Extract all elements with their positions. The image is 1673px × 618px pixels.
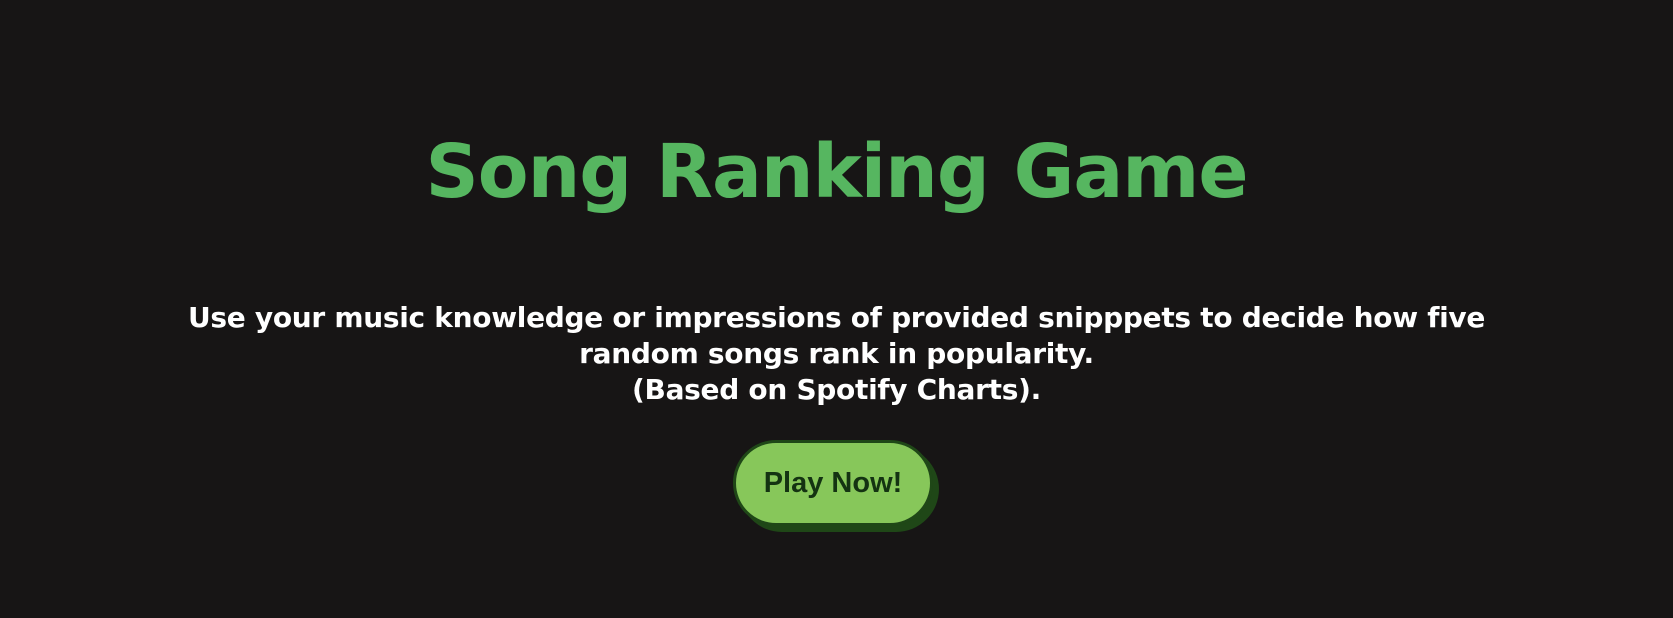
page: Song Ranking Game Use your music knowled…: [0, 0, 1673, 618]
description-line-3: (Based on Spotify Charts).: [632, 373, 1041, 406]
description-line-2: random songs rank in popularity.: [579, 337, 1094, 370]
description-line-1: Use your music knowledge or impressions …: [187, 301, 1486, 334]
page-title: Song Ranking Game: [425, 129, 1248, 215]
play-button-container: Play Now!: [733, 440, 939, 532]
game-description: Use your music knowledge or impressions …: [100, 300, 1573, 408]
play-now-button[interactable]: Play Now!: [733, 440, 933, 526]
